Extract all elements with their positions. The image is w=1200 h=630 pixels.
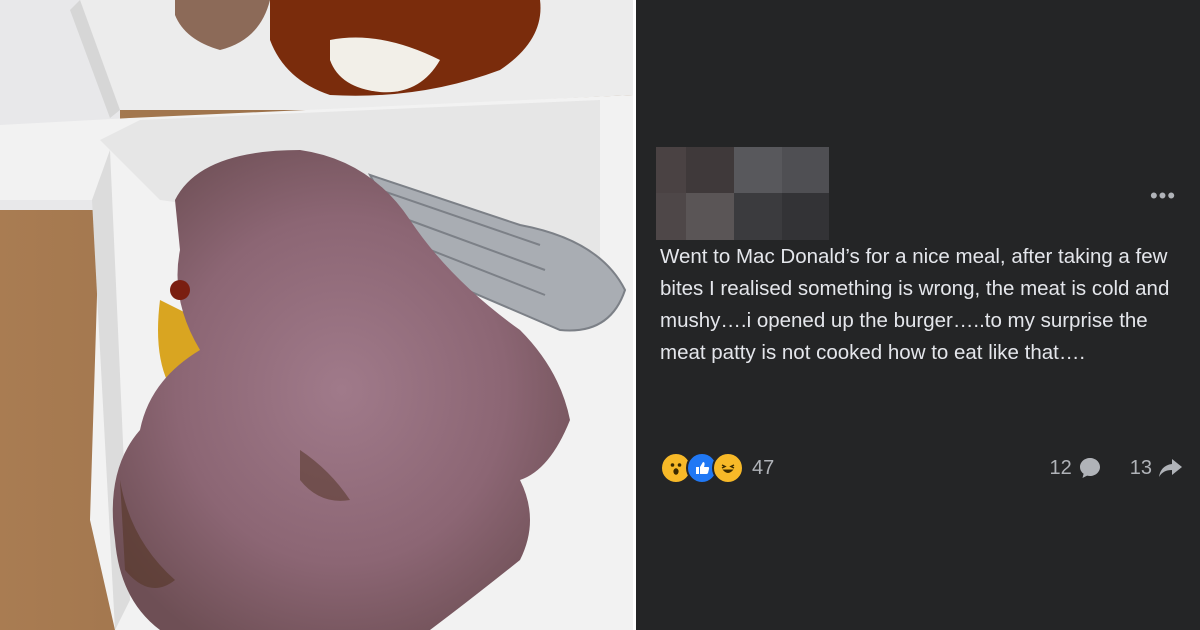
share-arrow-icon [1159,459,1182,477]
comments-count: 12 [1049,456,1072,479]
haha-icon [712,452,744,484]
shares-stat[interactable]: 13 [1130,456,1184,480]
comments-stat[interactable]: 12 [1050,456,1102,480]
shares-count: 13 [1129,456,1152,479]
reaction-count: 47 [752,456,775,479]
post-stats: 12 13 [1050,452,1185,484]
post-panel: ••• Went to Mac Donald’s for a nice meal… [636,0,1200,630]
comment-bubble-icon [1079,458,1100,478]
burger-photo-illustration [0,0,633,630]
post-photo[interactable] [0,0,633,630]
reactions-summary[interactable]: 47 [660,452,774,484]
post-text: Went to Mac Donald’s for a nice meal, af… [660,245,1170,364]
pixelated-avatar[interactable] [656,147,829,240]
screenshot: ••• Went to Mac Donald’s for a nice meal… [0,0,1200,630]
more-options-icon[interactable]: ••• [1148,183,1178,209]
